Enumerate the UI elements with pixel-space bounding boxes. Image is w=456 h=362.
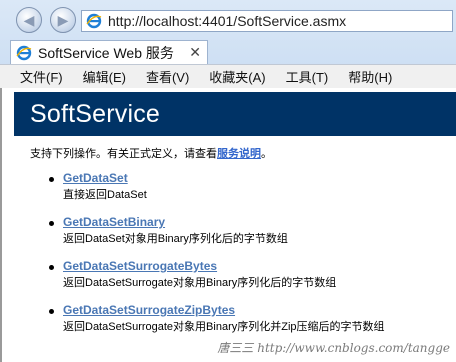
address-bar[interactable]: http://localhost:4401/SoftService.asmx <box>81 10 453 32</box>
list-item: GetDataSetBinary 返回DataSet对象用Binary序列化后的… <box>2 215 456 259</box>
intro-label: 支持下列操作。有关正式定义，请查看 <box>30 148 217 160</box>
list-item: GetDataSetSurrogateBytes 返回DataSetSurrog… <box>2 259 456 303</box>
forward-arrow-icon: ▶ <box>57 11 69 28</box>
watermark: 唐三三 http://www.cnblogs.com/tangge <box>217 341 450 355</box>
operations-list: GetDataSet 直接返回DataSet GetDataSetBinary … <box>2 171 456 347</box>
bullet-icon <box>49 177 54 182</box>
menu-help[interactable]: 帮助(H) <box>338 67 402 86</box>
forward-button[interactable]: ▶ <box>50 7 76 33</box>
address-url[interactable]: http://localhost:4401/SoftService.asmx <box>108 13 346 29</box>
menu-file[interactable]: 文件(F) <box>0 67 73 86</box>
operation-description: 返回DataSet对象用Binary序列化后的字节数组 <box>63 233 288 245</box>
page-title: SoftService <box>30 100 161 128</box>
back-button[interactable]: ◀ <box>16 7 42 33</box>
intro-text: 支持下列操作。有关正式定义，请查看服务说明。 <box>30 145 272 161</box>
bullet-icon <box>49 221 54 226</box>
operation-link-getdatasetsurrogatezipbytes[interactable]: GetDataSetSurrogateZipBytes <box>63 303 235 317</box>
menu-edit[interactable]: 编辑(E) <box>73 67 136 86</box>
menu-favorites[interactable]: 收藏夹(A) <box>199 67 275 86</box>
operation-description: 返回DataSetSurrogate对象用Binary序列化后的字节数组 <box>63 277 337 289</box>
operation-description: 返回DataSetSurrogate对象用Binary序列化并Zip压缩后的字节… <box>63 321 385 333</box>
operation-link-getdatasetsurrogatebytes[interactable]: GetDataSetSurrogateBytes <box>63 259 217 273</box>
operation-link-getdataset[interactable]: GetDataSet <box>63 171 128 185</box>
operation-link-getdatasetbinary[interactable]: GetDataSetBinary <box>63 215 165 229</box>
browser-chrome: ◀ ▶ http://localhost:4401/SoftService.as… <box>0 0 456 88</box>
bullet-icon <box>49 309 54 314</box>
ie-icon <box>16 45 32 61</box>
list-item: GetDataSet 直接返回DataSet <box>2 171 456 215</box>
service-description-link[interactable]: 服务说明 <box>217 148 261 160</box>
operation-description: 直接返回DataSet <box>63 189 147 201</box>
back-arrow-icon: ◀ <box>23 11 35 28</box>
close-icon[interactable]: ✕ <box>189 44 201 61</box>
ie-icon <box>86 13 102 29</box>
bullet-icon <box>49 265 54 270</box>
intro-end: 。 <box>261 148 272 160</box>
menu-tools[interactable]: 工具(T) <box>276 67 339 86</box>
tab-title: SoftService Web 服务 <box>38 44 174 61</box>
menu-bar: 文件(F) 编辑(E) 查看(V) 收藏夹(A) 工具(T) 帮助(H) <box>0 64 456 88</box>
tab-softservice[interactable]: SoftService Web 服务 ✕ <box>10 40 208 64</box>
menu-view[interactable]: 查看(V) <box>136 67 199 86</box>
navigation-bar: ◀ ▶ http://localhost:4401/SoftService.as… <box>0 0 456 40</box>
page-content: SoftService 支持下列操作。有关正式定义，请查看服务说明。 GetDa… <box>0 88 456 362</box>
page-heading-band: SoftService <box>14 92 456 136</box>
